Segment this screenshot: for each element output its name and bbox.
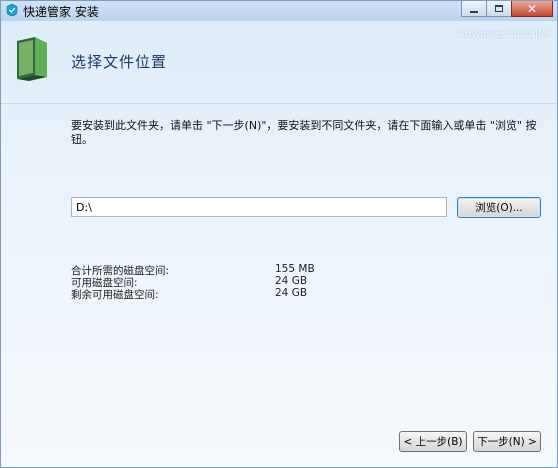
remaining-space-value: 24 GB — [275, 287, 308, 299]
brand-watermark: Advanced Installer — [458, 29, 551, 40]
install-path-input[interactable] — [71, 197, 447, 217]
title-bar[interactable]: 快递管家 安装 ✕ — [1, 1, 557, 21]
folder-icon — [17, 37, 47, 81]
page-title: 选择文件位置 — [71, 53, 168, 71]
maximize-button[interactable] — [486, 1, 512, 17]
close-icon: ✕ — [526, 1, 538, 16]
required-space-value: 155 MB — [275, 263, 315, 275]
back-button[interactable]: < 上一步(B) — [399, 431, 467, 452]
browse-button[interactable]: 浏览(O)... — [457, 197, 541, 218]
minimize-icon — [470, 10, 478, 13]
header-band: Advanced Installer 选择文件位置 — [1, 21, 557, 103]
next-button[interactable]: 下一步(N) > — [473, 431, 541, 452]
instruction-text: 要安装到此文件夹，请单击 "下一步(N)"，要安装到不同文件夹，请在下面输入或单… — [71, 119, 537, 146]
remaining-space-label: 剩余可用磁盘空间: — [71, 289, 159, 301]
minimize-button[interactable] — [461, 1, 487, 17]
close-button[interactable]: ✕ — [511, 1, 553, 17]
maximize-icon — [495, 5, 503, 12]
window-title: 快递管家 安装 — [23, 5, 99, 19]
app-icon — [6, 3, 18, 17]
header-divider — [1, 103, 557, 104]
installer-window: 快递管家 安装 ✕ Advanced Installer 选择文件位置 要安装到… — [0, 0, 558, 468]
available-space-value: 24 GB — [275, 275, 308, 287]
window-controls: ✕ — [461, 1, 553, 19]
